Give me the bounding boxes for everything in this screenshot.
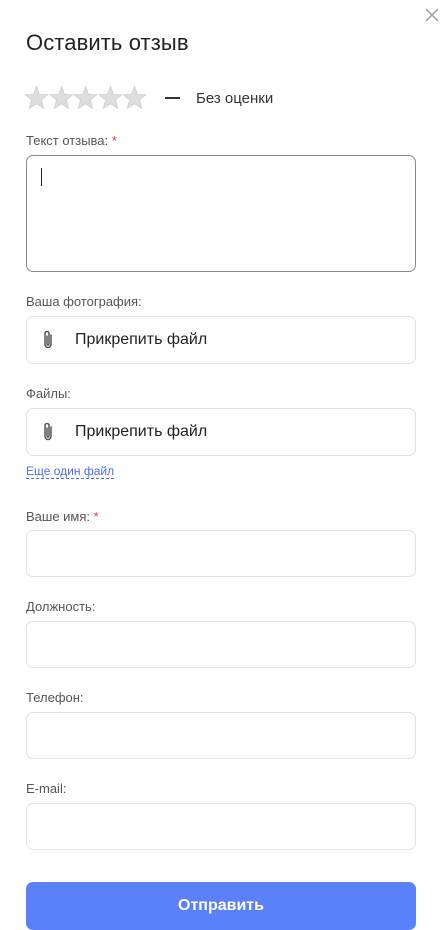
star-icon[interactable] [73, 85, 99, 111]
email-label: E-mail: [26, 781, 67, 796]
paperclip-icon [40, 421, 56, 443]
rating-dash [164, 97, 180, 99]
close-button[interactable] [423, 6, 441, 24]
required-mark: * [93, 509, 99, 524]
review-text-label-text: Текст отзыва: [26, 133, 109, 148]
add-another-file-link[interactable]: Еще один файл [26, 464, 115, 479]
dialog-title: Оставить отзыв [26, 30, 189, 55]
files-label: Файлы: [26, 386, 71, 401]
photo-label: Ваша фотография: [26, 294, 142, 309]
name-input[interactable] [26, 530, 416, 577]
attach-file-button[interactable]: Прикрепить файл [26, 408, 416, 456]
paperclip-icon [40, 329, 56, 351]
star-icon[interactable] [48, 85, 74, 111]
review-text-field[interactable] [26, 155, 416, 272]
review-text-label: Текст отзыва: * [26, 133, 117, 148]
name-label-text: Ваше имя: [26, 509, 91, 524]
name-label: Ваше имя: * [26, 509, 99, 524]
star-icon[interactable] [97, 85, 123, 111]
attach-photo-label: Прикрепить файл [75, 331, 208, 348]
rating-stars[interactable] [24, 85, 148, 111]
text-caret [41, 168, 42, 186]
star-icon[interactable] [24, 85, 49, 111]
attach-photo-button[interactable]: Прикрепить файл [26, 316, 416, 364]
attach-file-label: Прикрепить файл [75, 423, 208, 440]
submit-button[interactable]: Отправить [26, 882, 416, 930]
rating-status: Без оценки [195, 89, 274, 107]
star-icon[interactable] [122, 85, 148, 111]
phone-input[interactable] [26, 712, 416, 759]
position-input[interactable] [26, 621, 416, 668]
required-mark: * [111, 133, 117, 148]
phone-label: Телефон: [26, 690, 84, 705]
rating-row: Без оценки [24, 85, 273, 111]
close-icon[interactable] [423, 6, 441, 24]
email-input[interactable] [26, 803, 416, 850]
position-label: Должность: [26, 599, 96, 614]
